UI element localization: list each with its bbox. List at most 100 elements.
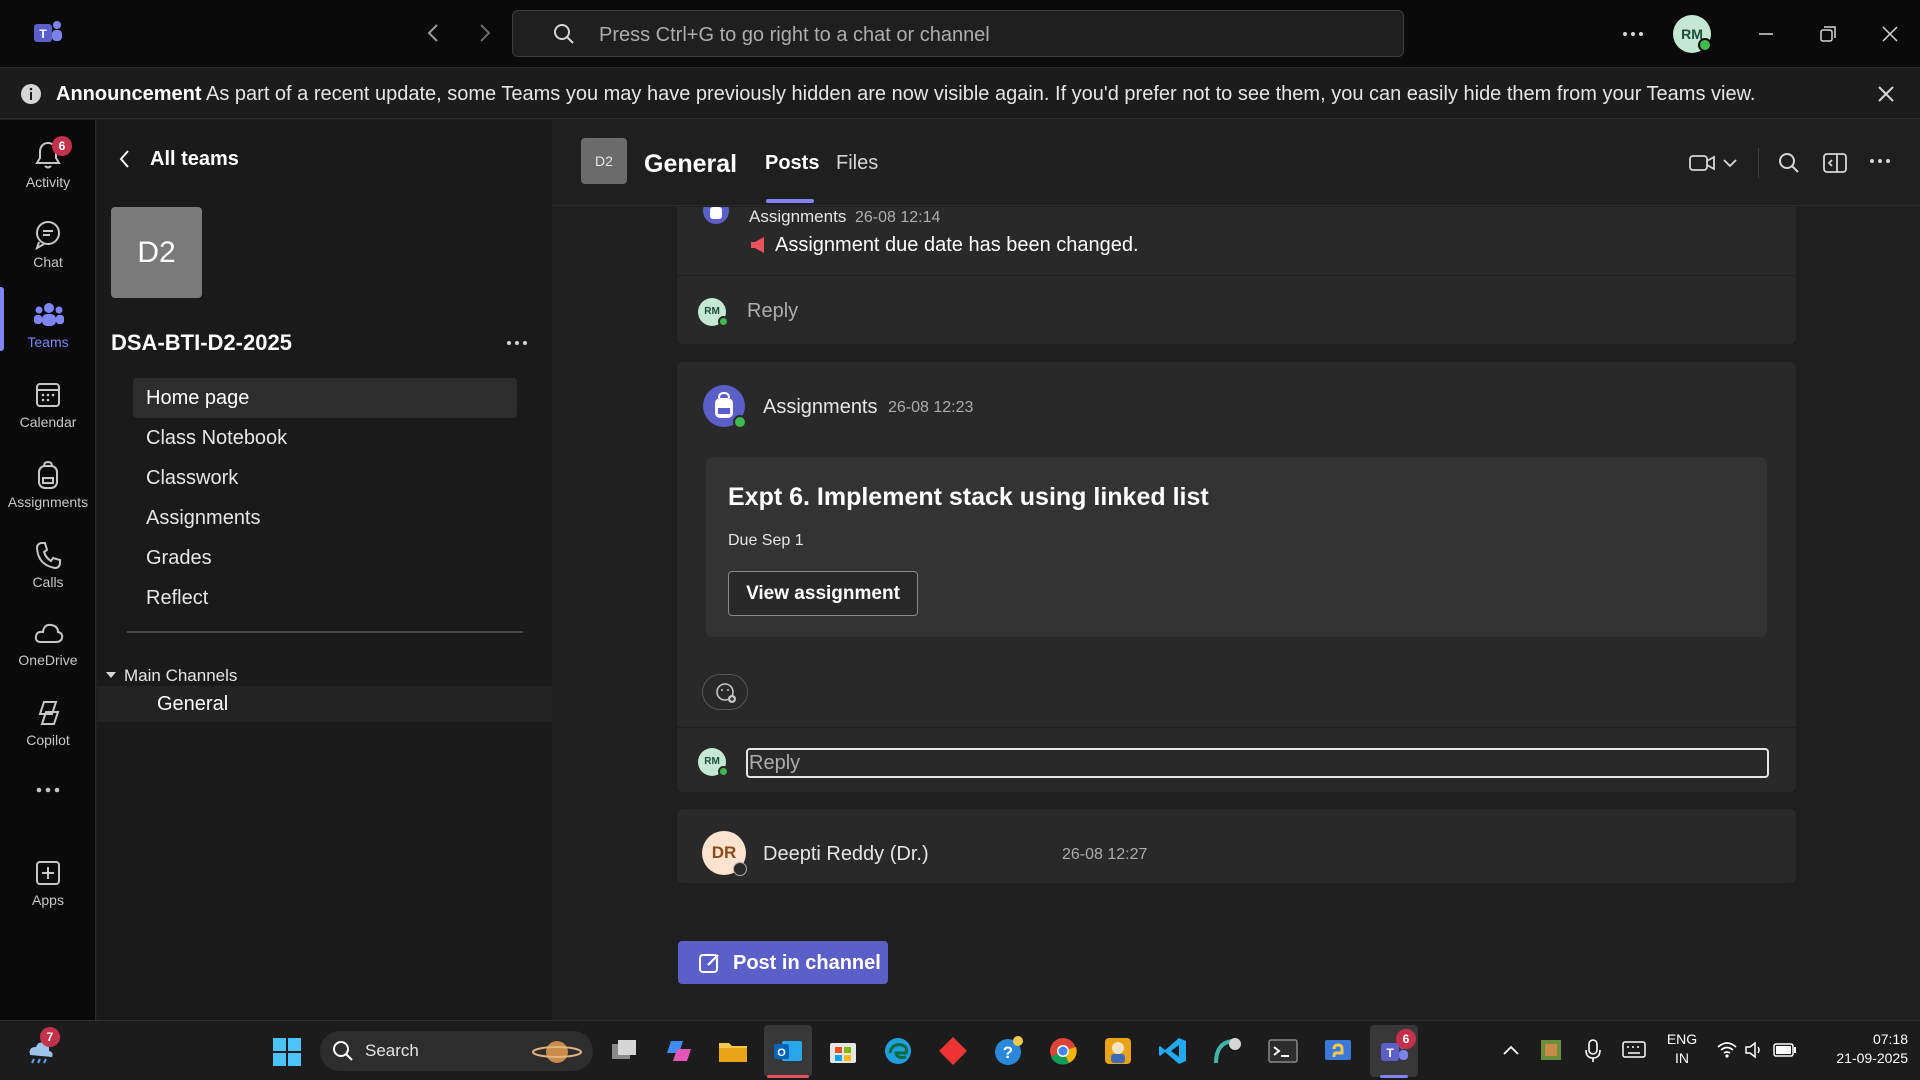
language-indicator[interactable]: ENG IN — [1660, 1031, 1704, 1066]
reply-input[interactable]: Reply — [746, 748, 1769, 778]
post-author: Deepti Reddy (Dr.) — [763, 843, 929, 865]
tab-posts-underline — [766, 199, 814, 203]
rail-more-apps[interactable] — [0, 772, 96, 812]
channel-search-icon[interactable] — [1778, 152, 1800, 179]
avatar-app-icon[interactable] — [1102, 1035, 1134, 1067]
outlook-icon[interactable]: O — [772, 1035, 804, 1067]
rail-item-assignments[interactable]: Assignments — [0, 448, 96, 520]
post-assignment-expt6: Assignments 26-08 12:23 Expt 6. Implemen… — [677, 362, 1796, 792]
teams-active-indicator — [1380, 1075, 1408, 1078]
forward-arrow-icon[interactable] — [474, 22, 494, 49]
caret-down-icon — [106, 672, 116, 678]
back-arrow-icon[interactable] — [424, 22, 444, 49]
minimize-icon[interactable] — [1756, 24, 1776, 49]
team-more-options-icon[interactable] — [506, 336, 528, 355]
rail-item-chat[interactable]: Chat — [0, 208, 96, 280]
nav-home-page[interactable]: Home page — [133, 378, 517, 418]
keyboard-icon[interactable] — [1622, 1041, 1646, 1064]
nav-classwork[interactable]: Classwork — [133, 458, 517, 498]
copilot-app-icon[interactable] — [663, 1035, 695, 1067]
teams-icon — [34, 303, 64, 326]
rail-item-activity[interactable]: 6 Activity — [0, 128, 96, 200]
rail-label-apps: Apps — [32, 892, 64, 908]
nav-reflect[interactable]: Reflect — [133, 578, 517, 618]
taskbar-search[interactable]: Search — [320, 1031, 593, 1071]
ms-store-icon[interactable] — [827, 1035, 859, 1067]
posts-feed[interactable]: Assignments 26-08 12:14 Assignment due d… — [553, 207, 1920, 1020]
chrome-icon[interactable] — [1047, 1035, 1079, 1067]
rail-item-onedrive[interactable]: OneDrive — [0, 606, 96, 678]
meet-video-icon[interactable] — [1689, 152, 1739, 179]
assignments-bot-avatar — [702, 207, 730, 225]
add-reaction-icon[interactable] — [702, 674, 748, 710]
search-input[interactable]: Press Ctrl+G to go right to a chat or ch… — [512, 10, 1404, 57]
title-bar: T Press Ctrl+G to go right to a chat or … — [0, 0, 1920, 68]
post-time: 26-08 12:27 — [1062, 846, 1148, 863]
edge-icon[interactable] — [882, 1035, 914, 1067]
presence-available-icon — [1698, 38, 1712, 52]
help-app-icon[interactable]: ? — [992, 1035, 1024, 1067]
activity-badge: 6 — [52, 136, 72, 156]
rail-label-chat: Chat — [33, 254, 63, 270]
post-in-channel-button[interactable]: Post in channel — [678, 941, 888, 984]
reply-placeholder: Reply — [749, 752, 801, 774]
close-window-icon[interactable] — [1880, 24, 1900, 49]
tab-files[interactable]: Files — [836, 152, 878, 175]
channel-general[interactable]: General — [97, 686, 552, 722]
presence-available-icon — [718, 316, 729, 327]
nav-assignments[interactable]: Assignments — [133, 498, 517, 538]
language-code: ENG — [1666, 1031, 1698, 1047]
channel-general-label: General — [157, 693, 229, 715]
task-view-icon[interactable] — [608, 1035, 640, 1067]
tab-posts[interactable]: Posts — [765, 152, 819, 175]
nav-grades[interactable]: Grades — [133, 538, 517, 578]
saturn-highlight-icon — [530, 1037, 584, 1072]
copilot-icon — [38, 701, 60, 725]
show-hidden-icons[interactable] — [1502, 1043, 1520, 1062]
rail-item-teams[interactable]: Teams — [0, 288, 96, 360]
anydesk-icon[interactable] — [937, 1035, 969, 1067]
team-name: DSA-BTI-D2-2025 — [111, 330, 292, 355]
vscode-icon[interactable] — [1157, 1035, 1189, 1067]
main-channels-toggle[interactable]: Main Channels — [105, 664, 405, 688]
windows-start-icon[interactable] — [272, 1037, 302, 1072]
more-options-icon[interactable] — [1622, 24, 1644, 49]
more-horizontal-icon — [36, 787, 60, 793]
announcement-banner: Announcement As part of a recent update,… — [0, 69, 1920, 119]
clock[interactable]: 07:18 21-09-2025 — [1812, 1031, 1908, 1066]
channel-more-icon[interactable] — [1869, 154, 1891, 173]
rail-item-calls[interactable]: Calls — [0, 528, 96, 600]
view-assignment-button[interactable]: View assignment — [728, 571, 918, 616]
cloud-icon — [34, 623, 64, 643]
rail-item-calendar[interactable]: Calendar — [0, 368, 96, 440]
restore-icon[interactable] — [1818, 24, 1838, 49]
wifi-icon[interactable] — [1716, 1040, 1738, 1065]
svg-text:O: O — [777, 1047, 786, 1059]
file-explorer-icon[interactable] — [717, 1035, 749, 1067]
windows-taskbar: 7 Search O ? T 6 ENG IN 07:18 21-09-2025 — [0, 1020, 1920, 1080]
rail-label-calendar: Calendar — [19, 414, 77, 430]
open-side-panel-icon[interactable] — [1823, 152, 1847, 179]
assignment-due: Due Sep 1 — [728, 532, 804, 549]
rail-item-copilot[interactable]: Copilot — [0, 686, 96, 758]
volume-icon[interactable] — [1744, 1040, 1764, 1065]
chat-icon — [35, 221, 60, 250]
microphone-icon[interactable] — [1584, 1039, 1602, 1068]
nav-class-notebook[interactable]: Class Notebook — [133, 418, 517, 458]
post-in-channel-label: Post in channel — [733, 952, 881, 974]
post-assignment-due-changed: Assignments 26-08 12:14 Assignment due d… — [677, 207, 1796, 344]
backpack-icon — [38, 460, 58, 489]
battery-icon[interactable] — [1772, 1041, 1798, 1064]
python-app-icon[interactable] — [1322, 1035, 1354, 1067]
rail-item-apps[interactable]: Apps — [0, 846, 96, 918]
dismiss-announcement-icon[interactable] — [1876, 84, 1896, 109]
post-deepti-reddy: DR Deepti Reddy (Dr.) 26-08 12:27 — [677, 809, 1796, 883]
terminal-agent-icon[interactable] — [1212, 1035, 1244, 1067]
terminal-icon[interactable] — [1267, 1035, 1299, 1067]
reply-button[interactable]: Reply — [747, 300, 798, 323]
tray-app-icon[interactable] — [1540, 1039, 1562, 1066]
rail-label-assignments: Assignments — [7, 494, 89, 510]
rail-label-calls: Calls — [32, 574, 64, 590]
announcement-title: Announcement — [56, 83, 202, 105]
presence-offline-icon — [733, 862, 747, 876]
